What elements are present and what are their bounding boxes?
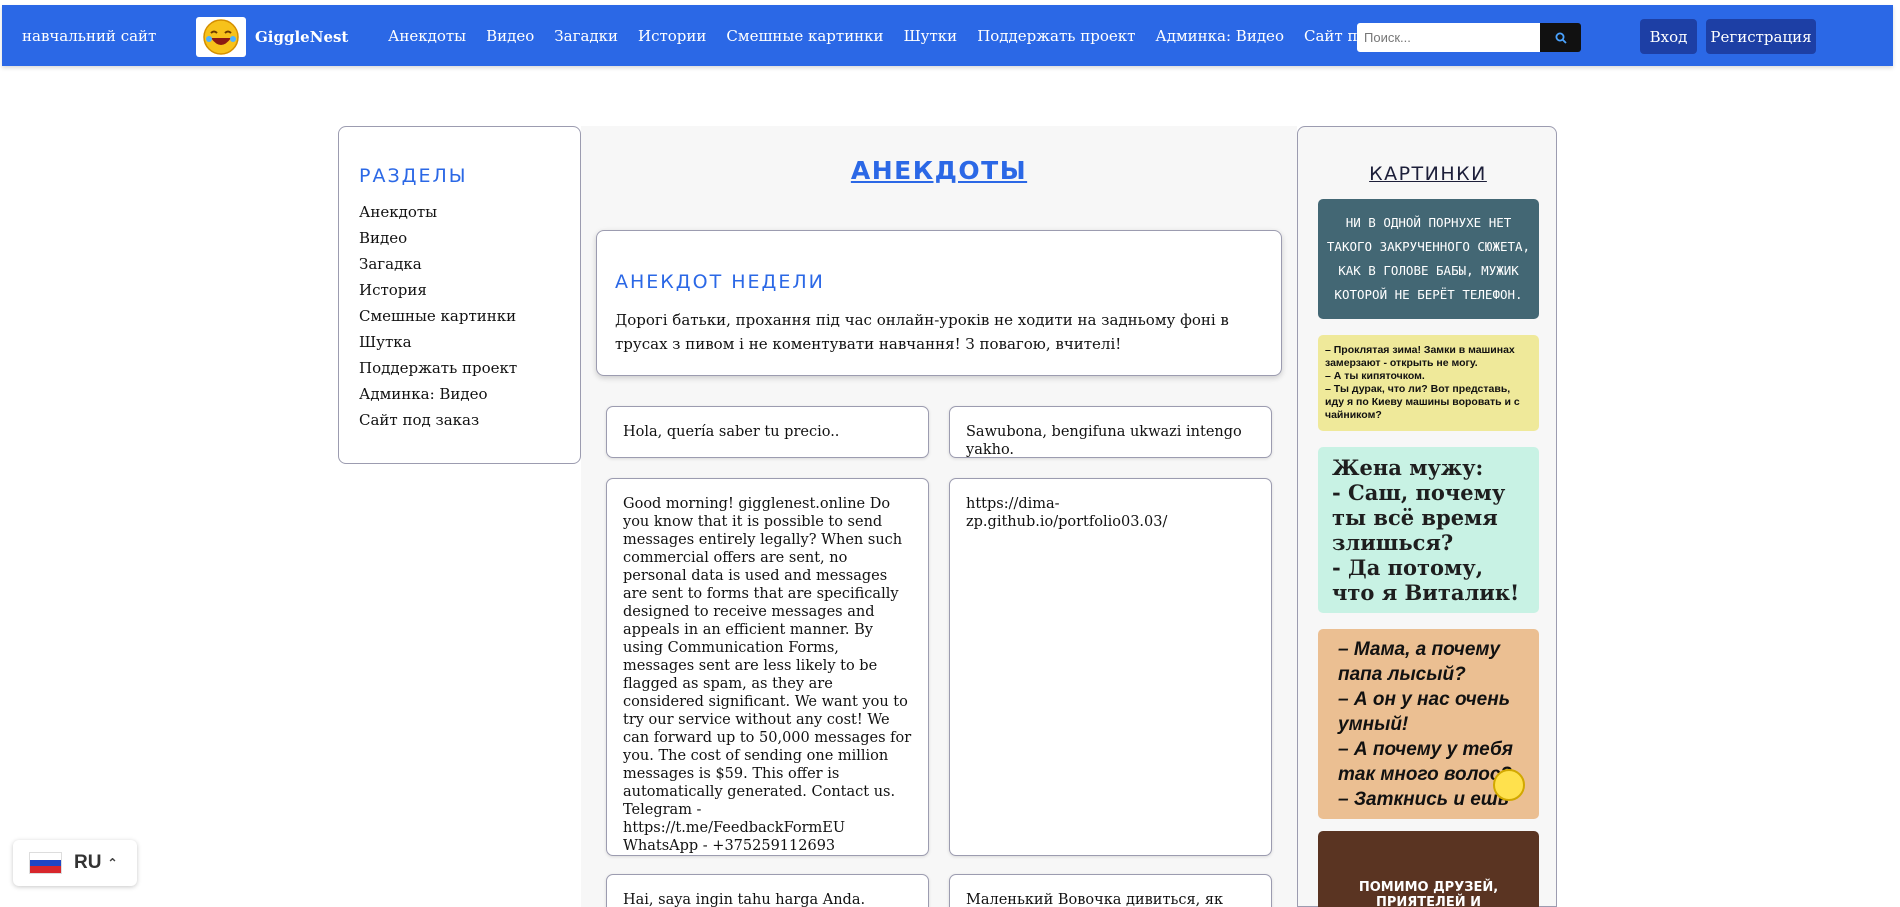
sidebar-item-admin-video[interactable]: Админка: Видео (359, 381, 580, 407)
sidebar-item-funny-pictures[interactable]: Смешные картинки (359, 303, 580, 329)
joke-card: Hola, quería saber tu precio.. (606, 406, 929, 458)
language-switcher[interactable]: RU ⌃ (13, 840, 137, 886)
nav-link-video[interactable]: Видео (486, 27, 534, 45)
meme-picture-text: Жена мужу: - Саш, почему ты всё время зл… (1332, 455, 1520, 605)
search-button[interactable] (1540, 23, 1581, 52)
sections-sidebar: РАЗДЕЛЫ Анекдоты Видео Загадка История С… (338, 126, 581, 464)
joke-card: Sawubona, bengifuna ukwazi intengo yakho… (949, 406, 1272, 458)
joke-of-the-week-text: Дорогі батьки, прохання під час онлайн-у… (615, 311, 1229, 353)
sidebar-item-video[interactable]: Видео (359, 225, 580, 251)
laughing-emoji-logo-icon (196, 17, 246, 57)
main-content: АНЕКДОТЫ АНЕКДОТ НЕДЕЛИ Дорогі батьки, п… (581, 126, 1297, 907)
nav-link-shutki[interactable]: Шутки (904, 27, 958, 45)
sidebar-item-istoriya[interactable]: История (359, 277, 580, 303)
meme-picture-text: – Мама, а почему папа лысый? – А он у на… (1338, 638, 1513, 810)
main-nav: Анекдоты Видео Загадки Истории Смешные к… (388, 27, 1424, 45)
meme-picture-text: – Проклятая зима! Замки в машинах замерз… (1325, 344, 1520, 421)
joke-card: Маленький Вовочка дивиться, як тато (949, 874, 1272, 907)
sidebar-item-zagadka[interactable]: Загадка (359, 251, 580, 277)
nav-link-zagadki[interactable]: Загадки (554, 27, 618, 45)
meme-picture[interactable]: ПОМИМО ДРУЗЕЙ, ПРИЯТЕЛЕЙ И (1318, 831, 1539, 907)
meme-picture[interactable]: – Проклятая зима! Замки в машинах замерз… (1318, 335, 1539, 431)
nav-link-istorii[interactable]: Истории (638, 27, 706, 45)
search-icon (1555, 32, 1567, 44)
nav-link-support-project[interactable]: Поддержать проект (977, 27, 1135, 45)
russia-flag-icon (29, 852, 62, 874)
joke-of-the-week-card: АНЕКДОТ НЕДЕЛИ Дорогі батьки, прохання п… (596, 230, 1282, 376)
sidebar-item-custom-site[interactable]: Сайт под заказ (359, 407, 580, 433)
home-link[interactable]: навчальний сайт (22, 27, 156, 45)
nav-link-funny-pictures[interactable]: Смешные картинки (726, 27, 883, 45)
sidebar-title: РАЗДЕЛЫ (359, 165, 468, 187)
brand-logo-link[interactable]: GiggleNest (196, 17, 348, 57)
nav-link-admin-video[interactable]: Админка: Видео (1155, 27, 1284, 45)
joke-card: Good morning! gigglenest.online Do you k… (606, 478, 929, 856)
chevron-up-icon: ⌃ (107, 856, 118, 870)
meme-picture-text: Ни в одной порнухе нет такого закрученно… (1326, 215, 1531, 302)
meme-picture[interactable]: Жена мужу: - Саш, почему ты всё время зл… (1318, 447, 1539, 613)
smiley-icon (1493, 769, 1525, 801)
pictures-sidebar: КАРТИНКИ Ни в одной порнухе нет такого з… (1297, 126, 1557, 907)
joke-card: Hai, saya ingin tahu harga Anda. (606, 874, 929, 907)
meme-picture-text: ПОМИМО ДРУЗЕЙ, ПРИЯТЕЛЕЙ И (1358, 880, 1499, 907)
search-form (1357, 23, 1581, 52)
brand-name[interactable]: GiggleNest (255, 28, 348, 46)
sidebar-list: Анекдоты Видео Загадка История Смешные к… (359, 199, 580, 433)
login-button[interactable]: Вход (1640, 19, 1697, 54)
register-button[interactable]: Регистрация (1706, 19, 1816, 54)
page-title[interactable]: АНЕКДОТЫ (581, 156, 1297, 185)
meme-picture[interactable]: Ни в одной порнухе нет такого закрученно… (1318, 199, 1539, 319)
joke-of-the-week-title: АНЕКДОТ НЕДЕЛИ (615, 271, 825, 293)
language-code: RU (74, 852, 102, 873)
meme-picture[interactable]: – Мама, а почему папа лысый? – А он у на… (1318, 629, 1539, 819)
sidebar-item-support-project[interactable]: Поддержать проект (359, 355, 580, 381)
sidebar-item-anekdoty[interactable]: Анекдоты (359, 199, 580, 225)
sidebar-item-shutka[interactable]: Шутка (359, 329, 580, 355)
pictures-title[interactable]: КАРТИНКИ (1298, 163, 1558, 185)
joke-card: https://dima-zp.github.io/portfolio03.03… (949, 478, 1272, 856)
nav-link-anekdoty[interactable]: Анекдоты (388, 27, 466, 45)
search-input[interactable] (1357, 23, 1540, 52)
top-navbar: навчальний сайт GiggleNest Анекдоты Виде… (2, 5, 1893, 66)
